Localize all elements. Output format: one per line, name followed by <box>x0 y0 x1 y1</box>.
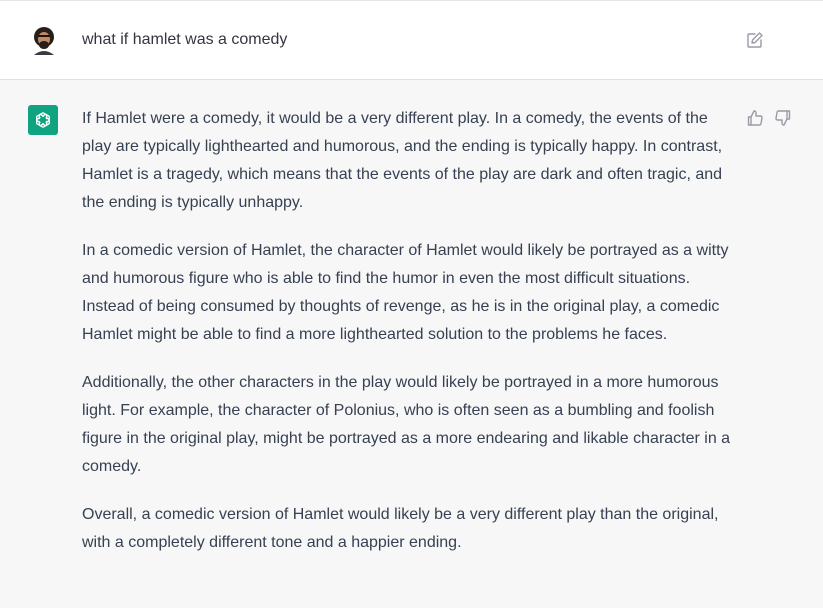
user-message-text: what if hamlet was a comedy <box>82 31 288 48</box>
response-paragraph: If Hamlet were a comedy, it would be a v… <box>82 110 723 211</box>
thumbs-up-icon[interactable] <box>746 109 764 127</box>
user-avatar <box>29 25 59 55</box>
assistant-message-row: If Hamlet were a comedy, it would be a v… <box>0 80 823 608</box>
openai-logo-icon <box>28 105 58 135</box>
edit-icon[interactable] <box>745 30 765 50</box>
response-paragraph: Overall, a comedic version of Hamlet wou… <box>82 506 719 551</box>
thumbs-down-icon[interactable] <box>774 109 792 127</box>
user-message-row: what if hamlet was a comedy <box>0 0 823 80</box>
response-paragraph: In a comedic version of Hamlet, the char… <box>82 242 729 343</box>
assistant-response: If Hamlet were a comedy, it would be a v… <box>82 105 738 577</box>
response-paragraph: Additionally, the other characters in th… <box>82 374 731 475</box>
